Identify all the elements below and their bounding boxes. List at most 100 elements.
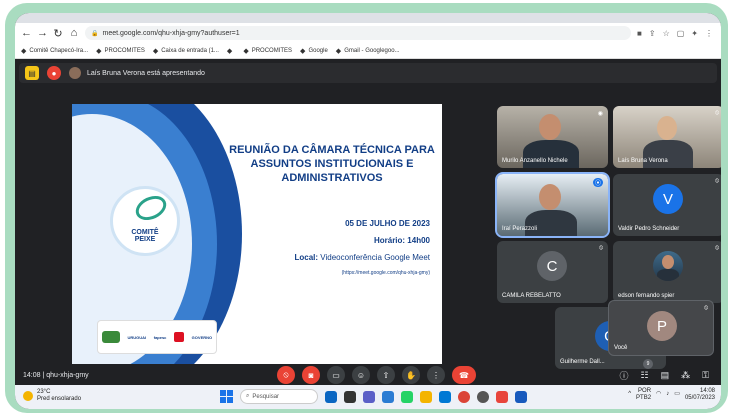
presentation-slide: COMITÊ PEIXE REUNIÃO DA CÂMARA TÉCNICA P… — [72, 104, 442, 364]
weather-widget[interactable]: 23°C Pred ensolarado — [23, 389, 81, 402]
teams-icon[interactable] — [363, 390, 375, 403]
search-placeholder: Pesquisar — [252, 393, 280, 400]
word-icon[interactable] — [515, 390, 527, 403]
chat-icon[interactable]: ▤ — [661, 370, 670, 381]
edge-icon[interactable] — [439, 390, 451, 403]
participant-tile[interactable]: ⦸ edson fernando spier — [613, 241, 721, 303]
bookmark-item[interactable]: ◆ Comitê Chapecó-Ira... — [21, 47, 88, 55]
side-controls: ⓘ ☷ ▤ ⁂ ⚿ 9 — [620, 359, 709, 385]
camera-icon[interactable]: ■ — [637, 29, 642, 38]
forward-icon[interactable]: → — [37, 27, 48, 39]
emoji-button[interactable]: ☺ — [352, 366, 370, 384]
extension-icon[interactable]: ✦ — [691, 29, 698, 38]
reload-icon[interactable]: ↻ — [53, 27, 63, 40]
activities-icon[interactable]: ⁂ — [681, 370, 690, 381]
app-icon[interactable] — [325, 390, 337, 403]
info-icon[interactable]: ⓘ — [620, 369, 629, 382]
participant-name: Valdir Pedro Schneider — [618, 226, 680, 232]
lang-2: PTB2 — [636, 394, 652, 401]
volume-icon[interactable]: ♪ — [666, 391, 669, 398]
chrome-icon[interactable] — [458, 390, 470, 403]
map-icon — [101, 331, 120, 343]
camera-off-button[interactable]: ◙ — [302, 366, 320, 384]
participant-name: edson fernando spier — [618, 293, 675, 299]
presenter-info: Laís Bruna Verona está apresentando — [69, 67, 205, 79]
self-view-tile[interactable]: P ⦸ Você — [608, 300, 714, 356]
participant-tile[interactable]: ⦸ Laís Bruna Verona — [613, 106, 721, 168]
clock[interactable]: 14:08 05/07/2023 — [685, 388, 715, 401]
bookmark-item[interactable]: ◆ Caixa de entrada (1... — [153, 47, 219, 55]
file-explorer-icon[interactable] — [420, 390, 432, 403]
present-button[interactable]: ⇧ — [377, 366, 395, 384]
weather-text: 23°C Pred ensolarado — [37, 389, 81, 402]
bookmark-label: Caixa de entrada (1... — [161, 47, 219, 54]
bookmark-label: PROCOMITES — [251, 47, 293, 54]
slide-title: REUNIÃO DA CÂMARA TÉCNICA PARA ASSUNTOS … — [229, 144, 435, 184]
bookmarks-bar: ◆ Comitê Chapecó-Ira... ◆ PROCOMITES ◆ Caixa … — [15, 43, 721, 59]
location-label: Local: — [294, 253, 319, 262]
person-head — [662, 255, 674, 269]
more-options-button[interactable]: ⋮ — [427, 366, 445, 384]
share-icon[interactable]: ⇪ — [649, 29, 656, 38]
windows-start-icon[interactable] — [220, 390, 233, 403]
participant-name: Você — [614, 345, 628, 351]
mic-off-button[interactable]: ⦸ — [277, 366, 295, 384]
participant-tile[interactable]: V ⦸ Valdir Pedro Schneider — [613, 174, 721, 236]
avatar: P — [647, 311, 677, 341]
home-icon[interactable]: ⌂ — [69, 27, 79, 39]
meeting-code: qhu-xhja-gmy — [46, 371, 89, 379]
logo-text-1: COMITÊ — [131, 229, 159, 236]
captions-button[interactable]: ▭ — [327, 366, 345, 384]
raise-hand-button[interactable]: ✋ — [402, 366, 420, 384]
comite-peixe-logo: COMITÊ PEIXE — [110, 186, 180, 256]
logo-text-2: PEIXE — [134, 236, 156, 243]
participant-tile[interactable]: ⦿ Iraí Perazzoli — [495, 172, 610, 238]
meeting-time: 14:08 — [23, 371, 41, 379]
app-icon[interactable] — [496, 390, 508, 403]
bookmark-item[interactable]: ◆ — [227, 47, 235, 55]
bookmark-item[interactable]: ◆ Gmail - Googlegoo... — [336, 47, 400, 55]
layout-icon[interactable]: ▤ — [25, 66, 39, 80]
sidebar-icon[interactable]: ▢ — [677, 29, 685, 38]
location-value: Videoconferência Google Meet — [320, 253, 430, 262]
bookmark-item[interactable]: ◆ PROCOMITES — [96, 47, 145, 55]
battery-icon[interactable]: ▭ — [674, 391, 680, 398]
sun-icon — [23, 390, 33, 401]
participant-tile[interactable]: C ⦸ CAMILA REBELATTO — [497, 241, 608, 303]
toolbar-icons: ■ ⇪ ☆ ▢ ✦ ⋮ — [637, 29, 721, 38]
address-bar[interactable]: 🔒 meet.google.com/qhu-xhja-gmy?authuser=… — [85, 26, 632, 40]
slide-hour: Horário: 14h00 — [373, 236, 430, 245]
slide-link: (https://meet.google.com/qhu-xhja-gmy) — [341, 270, 430, 276]
mic-off-icon: ⦸ — [715, 110, 719, 116]
record-icon[interactable]: ● — [47, 66, 61, 80]
star-icon[interactable]: ☆ — [663, 29, 670, 38]
person-body — [525, 210, 577, 236]
taskbar-search[interactable]: ⌕ Pesquisar — [240, 389, 318, 404]
footer-logos: URUGUAI fapesc GOVERNO — [97, 320, 217, 354]
whatsapp-icon[interactable] — [401, 390, 413, 403]
menu-icon[interactable]: ⋮ — [705, 29, 713, 38]
app-icon[interactable] — [382, 390, 394, 403]
fish-icon — [131, 191, 171, 225]
speaking-icon: ⦿ — [592, 178, 603, 187]
app-icon[interactable] — [477, 390, 489, 403]
lock-icon[interactable]: ⚿ — [702, 370, 709, 381]
flag-icon — [174, 332, 185, 342]
slide-date: 05 DE JULHO DE 2023 — [345, 219, 430, 228]
mic-off-icon: ⦸ — [715, 178, 719, 184]
wifi-icon[interactable]: ◠ — [656, 391, 661, 398]
call-controls: ⦸ ◙ ▭ ☺ ⇧ ✋ ⋮ ☎ — [277, 365, 476, 385]
participant-tile[interactable]: ◉ Murilo Anzanello Nichele — [497, 106, 608, 168]
slide-location: Local: Videoconferência Google Meet — [295, 253, 431, 262]
bookmark-item[interactable]: ◆ PROCOMITES — [243, 47, 292, 55]
end-call-button[interactable]: ☎ — [452, 366, 476, 384]
pin-icon[interactable]: ◉ — [598, 110, 603, 117]
back-icon[interactable]: ← — [21, 27, 32, 39]
taskbar-apps: ⌕ Pesquisar — [220, 389, 527, 404]
people-icon[interactable]: ☷ — [641, 370, 649, 381]
app-icon[interactable] — [344, 390, 356, 403]
language-indicator[interactable]: POR PTB2 — [636, 388, 651, 401]
chevron-up-icon[interactable]: ^ — [628, 391, 631, 398]
presenting-text: Laís Bruna Verona está apresentando — [87, 69, 205, 77]
bookmark-item[interactable]: ◆ Google — [300, 47, 328, 55]
